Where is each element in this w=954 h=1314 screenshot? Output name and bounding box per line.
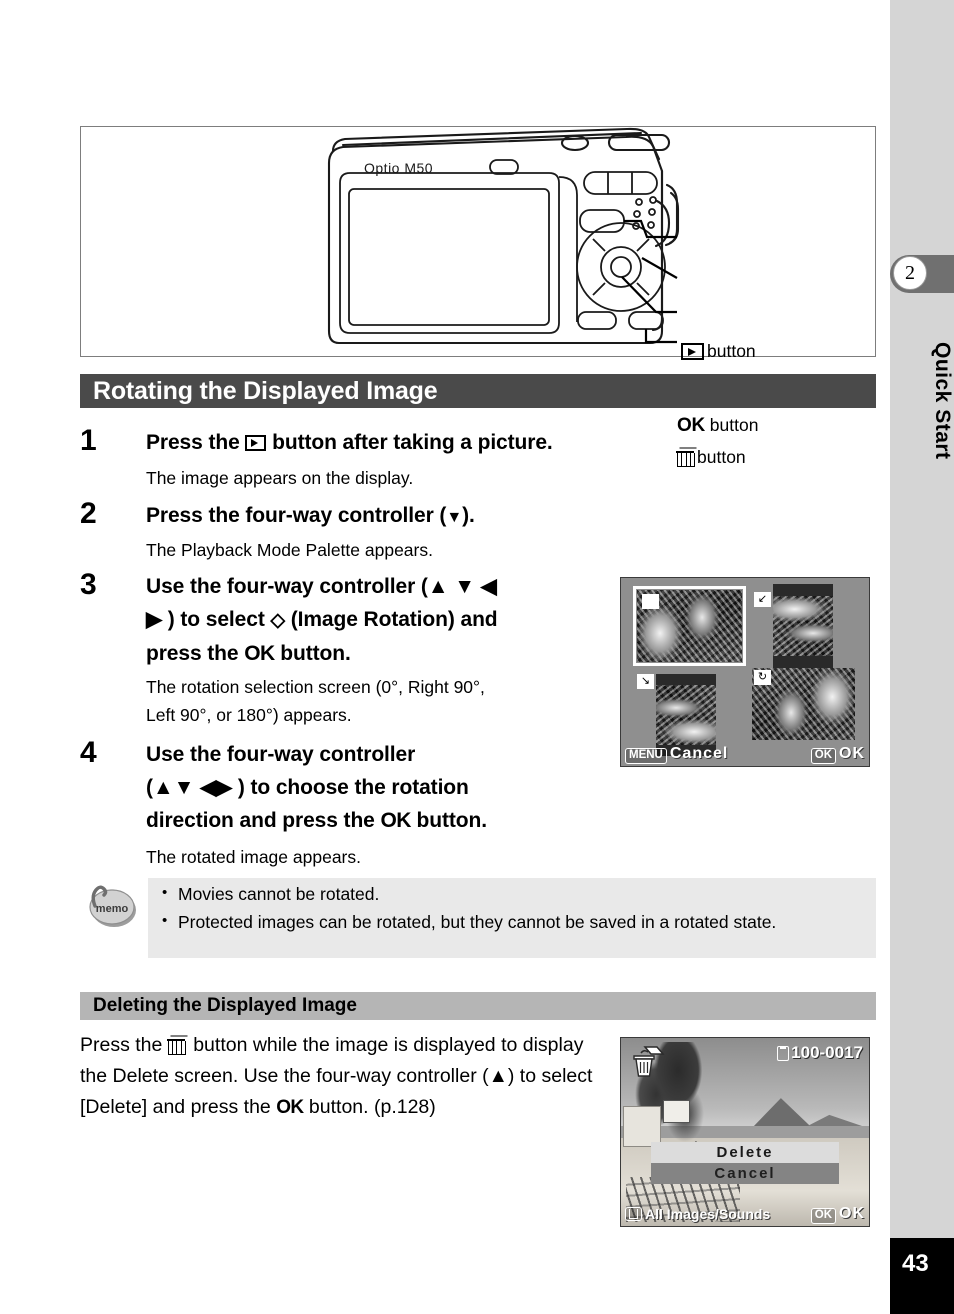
rotation-thumb-1[interactable] (773, 584, 833, 668)
step-body-3: The rotation selection screen (0°, Right… (146, 673, 616, 729)
rotation-badge-1: ↙ (754, 592, 771, 607)
chapter-label: Quick Start (931, 342, 954, 460)
ok-icon-label: OK (677, 415, 705, 436)
delete-screen: 100-0017 Delete Cancel All Images/Sounds… (620, 1037, 870, 1227)
step-heading-line: Use the four-way controller (146, 743, 416, 766)
step-heading-text: button. (410, 809, 488, 832)
step-number-2: 2 (80, 497, 97, 530)
menu-action-label: Cancel (669, 745, 729, 763)
step-heading-text: (Image Rotation) and (284, 608, 498, 631)
step-heading-line: press the OK button. (146, 637, 606, 670)
diamond-icon: ◇ (270, 610, 285, 631)
step-heading-4: Use the four-way controller (▲▼ ◀▶ ) to … (146, 738, 616, 837)
trash-icon (676, 448, 695, 467)
delete-mode-icon (633, 1046, 665, 1077)
rotation-badge-2: ↘ (637, 674, 654, 689)
step-heading-text: direction and press the (146, 809, 381, 832)
step-body-line: The rotation selection screen (0°, Right… (146, 677, 485, 697)
file-number-indicator: 100-0017 (777, 1043, 863, 1063)
step-body-line: Left 90°, or 180°) appears. (146, 705, 352, 725)
rotation-badge-3: ↻ (754, 670, 771, 685)
rotation-badge-0 (642, 594, 659, 609)
chapter-rail (890, 0, 954, 1314)
camera-illustration-box: Optio M50 button OK button button (80, 126, 876, 467)
delete-menu: Delete Cancel (651, 1142, 839, 1184)
all-images-label: All Images/Sounds (645, 1205, 771, 1222)
ok-button-tag: OK (810, 748, 836, 764)
cancel-option[interactable]: Cancel (651, 1163, 839, 1184)
trash-icon (625, 1206, 642, 1221)
step-body-2: The Playback Mode Palette appears. (146, 540, 433, 560)
photo-sign (663, 1100, 691, 1123)
rotation-thumbnail-grid: ↙ ↘ ↻ MENU Cancel OK OK (621, 578, 869, 766)
ok-action-label: OK (839, 745, 865, 763)
step-body-4: The rotated image appears. (146, 847, 361, 867)
step-body-1: The image appears on the display. (146, 468, 414, 488)
section-header-deleting: Deleting the Displayed Image (80, 992, 876, 1020)
thumbnail-photo (773, 596, 833, 656)
svg-text:memo: memo (96, 903, 129, 915)
page-content: Optio M50 button OK button button Rotati… (0, 0, 890, 1314)
memory-card-icon (777, 1045, 790, 1061)
section-header-rotating: Rotating the Displayed Image (80, 374, 876, 408)
rotation-screen-bottom-bar: MENU Cancel OK OK (621, 743, 869, 766)
step-heading-text: button. (274, 642, 351, 665)
step-number-3: 3 (80, 568, 97, 601)
ok-button-tag: OK (810, 1208, 836, 1224)
step-heading-text: ). (462, 504, 475, 527)
step-heading-line: ▶ ) to select ◇ (Image Rotation) and (146, 603, 606, 637)
photo-building (623, 1105, 661, 1148)
all-images-group[interactable]: All Images/Sounds (625, 1206, 770, 1224)
menu-cancel-group[interactable]: MENU Cancel (625, 745, 728, 764)
page-number: 43 (890, 1238, 954, 1314)
play-icon (681, 343, 704, 360)
ok-confirm-group[interactable]: OK OK (810, 745, 865, 764)
rotation-selection-screen: ↙ ↘ ↻ MENU Cancel OK OK (620, 577, 870, 767)
step-heading-text: ▶ ) to select (146, 608, 271, 631)
play-icon (245, 435, 267, 451)
memo-list: Movies cannot be rotated. Protected imag… (160, 879, 860, 936)
step-heading-3: Use the four-way controller (▲ ▼ ◀ ▶ ) t… (146, 570, 606, 670)
step-heading-line: (▲▼ ◀▶ ) to choose the rotation (146, 776, 469, 799)
camera-back-illustration: Optio M50 (327, 127, 680, 345)
step-heading-text: button after taking a picture. (266, 431, 553, 454)
ok-confirm-group[interactable]: OK OK (810, 1205, 865, 1224)
callout-label: button (707, 341, 756, 361)
step-number-1: 1 (80, 424, 97, 457)
memo-item: Movies cannot be rotated. (160, 879, 860, 908)
delete-screen-bottom-bar: All Images/Sounds OK OK (621, 1203, 869, 1226)
callout-delete-button: button (676, 447, 746, 468)
paragraph-text: Press the (80, 1034, 168, 1056)
callout-label: button (709, 415, 759, 435)
step-heading-text: press the (146, 642, 245, 665)
file-number: 100-0017 (791, 1043, 863, 1062)
down-arrow-icon: ▼ (446, 509, 463, 526)
step-heading-text: Press the four-way controller ( (146, 504, 447, 527)
delete-option[interactable]: Delete (651, 1142, 839, 1163)
step-number-4: 4 (80, 736, 97, 769)
callout-play-button: button (681, 341, 756, 362)
step-heading-line: direction and press the OK button. (146, 804, 616, 837)
paragraph-text: button. (p.128) (303, 1096, 436, 1118)
thumbnail-photo (656, 685, 716, 745)
menu-button-tag: MENU (625, 748, 667, 764)
ok-icon-label: OK (244, 642, 275, 665)
trash-icon (166, 1036, 186, 1055)
step-heading-2: Press the four-way controller (▼). (146, 499, 475, 534)
callout-label: button (697, 447, 746, 467)
memo-item: Protected images can be rotated, but the… (160, 907, 860, 936)
step-heading-1: Press the button after taking a picture. (146, 426, 553, 459)
ok-action-label: OK (839, 1205, 865, 1223)
step-heading-line: Use the four-way controller (▲ ▼ ◀ (146, 575, 497, 598)
ok-icon-label: OK (276, 1097, 304, 1118)
callout-ok-button: OK button (677, 415, 758, 437)
memo-icon: memo (89, 885, 136, 927)
ok-icon-label: OK (380, 809, 412, 832)
step-heading-text: Press the (146, 431, 246, 454)
deleting-paragraph: Press the button while the image is disp… (80, 1030, 610, 1123)
chapter-number: 2 (893, 256, 927, 290)
